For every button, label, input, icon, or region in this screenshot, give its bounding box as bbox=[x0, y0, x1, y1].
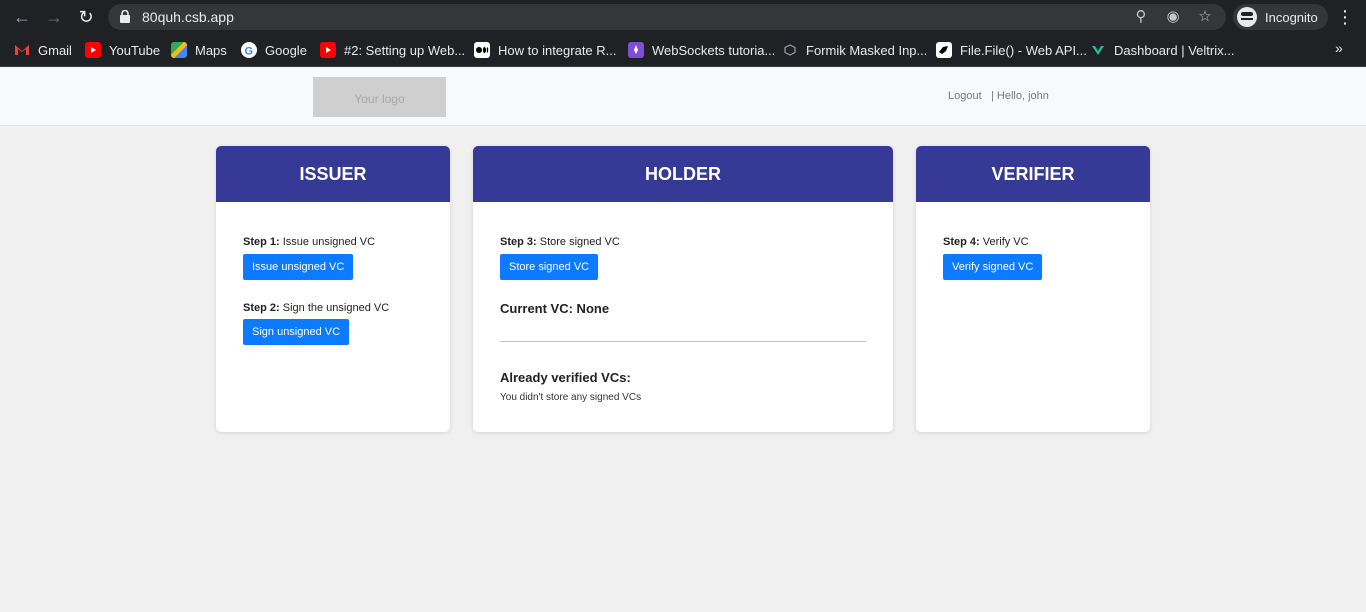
divider bbox=[500, 341, 866, 342]
site-logo[interactable]: Your logo bbox=[313, 77, 446, 117]
youtube-icon bbox=[320, 42, 336, 58]
step1-prefix: Step 1: bbox=[243, 236, 280, 248]
step2-text: Sign the unsigned VC bbox=[279, 302, 390, 314]
store-signed-vc-button[interactable]: Store signed VC bbox=[500, 254, 599, 280]
bookmark-label: Formik Masked Inp... bbox=[806, 42, 928, 58]
google-icon: G bbox=[241, 42, 257, 58]
step4-text: Verify VC bbox=[979, 236, 1029, 248]
holder-title: HOLDER bbox=[473, 146, 893, 202]
bookmark-how-to-integrate[interactable]: How to integrate R... bbox=[474, 41, 617, 59]
step4-prefix: Step 4: bbox=[943, 236, 980, 248]
lock-icon bbox=[120, 10, 130, 23]
mdn-icon bbox=[936, 42, 952, 58]
verified-vcs-heading: Already verified VCs: bbox=[500, 370, 631, 385]
medium-icon bbox=[474, 42, 490, 58]
back-arrow-icon[interactable]: ← bbox=[11, 6, 33, 28]
bookmark-label: #2: Setting up Web... bbox=[344, 42, 466, 58]
issuer-card: ISSUER Step 1: Issue unsigned VC Issue u… bbox=[216, 146, 450, 432]
bookmark-dashboard[interactable]: Dashboard | Veltrix... bbox=[1090, 41, 1234, 59]
bookmark-setting-up-web[interactable]: #2: Setting up Web... bbox=[320, 41, 465, 59]
bookmark-formik[interactable]: Formik Masked Inp... bbox=[782, 41, 927, 59]
bookmark-label: Maps bbox=[195, 42, 227, 58]
site-header: Your logo Logout | Hello, john bbox=[0, 68, 1366, 126]
bookmark-youtube[interactable]: YouTube bbox=[85, 41, 160, 59]
step2-label: Step 2: Sign the unsigned VC bbox=[243, 302, 389, 314]
step2-prefix: Step 2: bbox=[243, 302, 280, 314]
profile-button[interactable]: Incognito bbox=[1233, 4, 1328, 30]
svg-text:G: G bbox=[245, 46, 254, 58]
more-bookmarks-icon[interactable]: » bbox=[1335, 40, 1343, 56]
browser-toolbar: ← → ↻ 80quh.csb.app ⚲ ◉ ☆ Incognito ⋮ bbox=[0, 0, 1366, 34]
bookmark-google[interactable]: G Google bbox=[241, 41, 307, 59]
verifier-title: VERIFIER bbox=[916, 146, 1150, 202]
step3-prefix: Step 3: bbox=[500, 236, 537, 248]
bookmark-label: Google bbox=[265, 42, 307, 58]
bookmark-label: File.File() - Web API... bbox=[960, 42, 1087, 58]
bookmark-label: Gmail bbox=[38, 42, 72, 58]
bookmark-label: Dashboard | Veltrix... bbox=[1114, 42, 1235, 58]
step3-label: Step 3: Store signed VC bbox=[500, 236, 620, 248]
rocket-icon bbox=[628, 42, 644, 58]
maps-icon bbox=[171, 42, 187, 58]
address-bar[interactable]: 80quh.csb.app ⚲ ◉ ☆ bbox=[108, 4, 1226, 30]
bookmark-file-api[interactable]: File.File() - Web API... bbox=[936, 41, 1087, 59]
holder-card: HOLDER Step 3: Store signed VC Store sig… bbox=[473, 146, 893, 432]
bookmarks-bar: Gmail YouTube Maps G Google #2: Setting … bbox=[0, 34, 1366, 67]
bookmark-label: WebSockets tutoria... bbox=[652, 42, 776, 58]
zoom-icon[interactable]: ⚲ bbox=[1131, 7, 1151, 27]
step3-text: Store signed VC bbox=[536, 236, 620, 248]
bookmark-label: How to integrate R... bbox=[498, 42, 617, 58]
issuer-title: ISSUER bbox=[216, 146, 450, 202]
eye-off-icon[interactable]: ◉ bbox=[1163, 7, 1183, 27]
verify-signed-vc-button[interactable]: Verify signed VC bbox=[943, 254, 1043, 280]
url-text[interactable]: 80quh.csb.app bbox=[142, 8, 234, 26]
veltrix-icon bbox=[1090, 42, 1106, 58]
user-greeting: | Hello, john bbox=[991, 90, 1049, 102]
issue-unsigned-vc-button[interactable]: Issue unsigned VC bbox=[243, 254, 354, 280]
star-icon[interactable]: ☆ bbox=[1195, 7, 1215, 27]
bookmark-websockets[interactable]: WebSockets tutoria... bbox=[628, 41, 775, 59]
reload-icon[interactable]: ↻ bbox=[75, 6, 97, 28]
verified-vcs-empty-message: You didn't store any signed VCs bbox=[500, 392, 642, 403]
forward-arrow-icon[interactable]: → bbox=[43, 6, 65, 28]
youtube-icon bbox=[85, 42, 101, 58]
bookmark-label: YouTube bbox=[109, 42, 161, 58]
verifier-card: VERIFIER Step 4: Verify VC Verify signed… bbox=[916, 146, 1150, 432]
current-vc-status: Current VC: None bbox=[500, 301, 610, 316]
cube-icon bbox=[782, 42, 798, 58]
bookmark-maps[interactable]: Maps bbox=[171, 41, 227, 59]
logout-link[interactable]: Logout bbox=[948, 90, 982, 102]
step1-text: Issue unsigned VC bbox=[279, 236, 376, 248]
step1-label: Step 1: Issue unsigned VC bbox=[243, 236, 375, 248]
bookmark-gmail[interactable]: Gmail bbox=[14, 41, 72, 59]
incognito-icon bbox=[1237, 7, 1257, 27]
menu-icon[interactable]: ⋮ bbox=[1336, 7, 1354, 27]
sign-unsigned-vc-button[interactable]: Sign unsigned VC bbox=[243, 319, 350, 345]
step4-label: Step 4: Verify VC bbox=[943, 236, 1029, 248]
gmail-icon bbox=[14, 42, 30, 58]
profile-label: Incognito bbox=[1265, 9, 1318, 25]
